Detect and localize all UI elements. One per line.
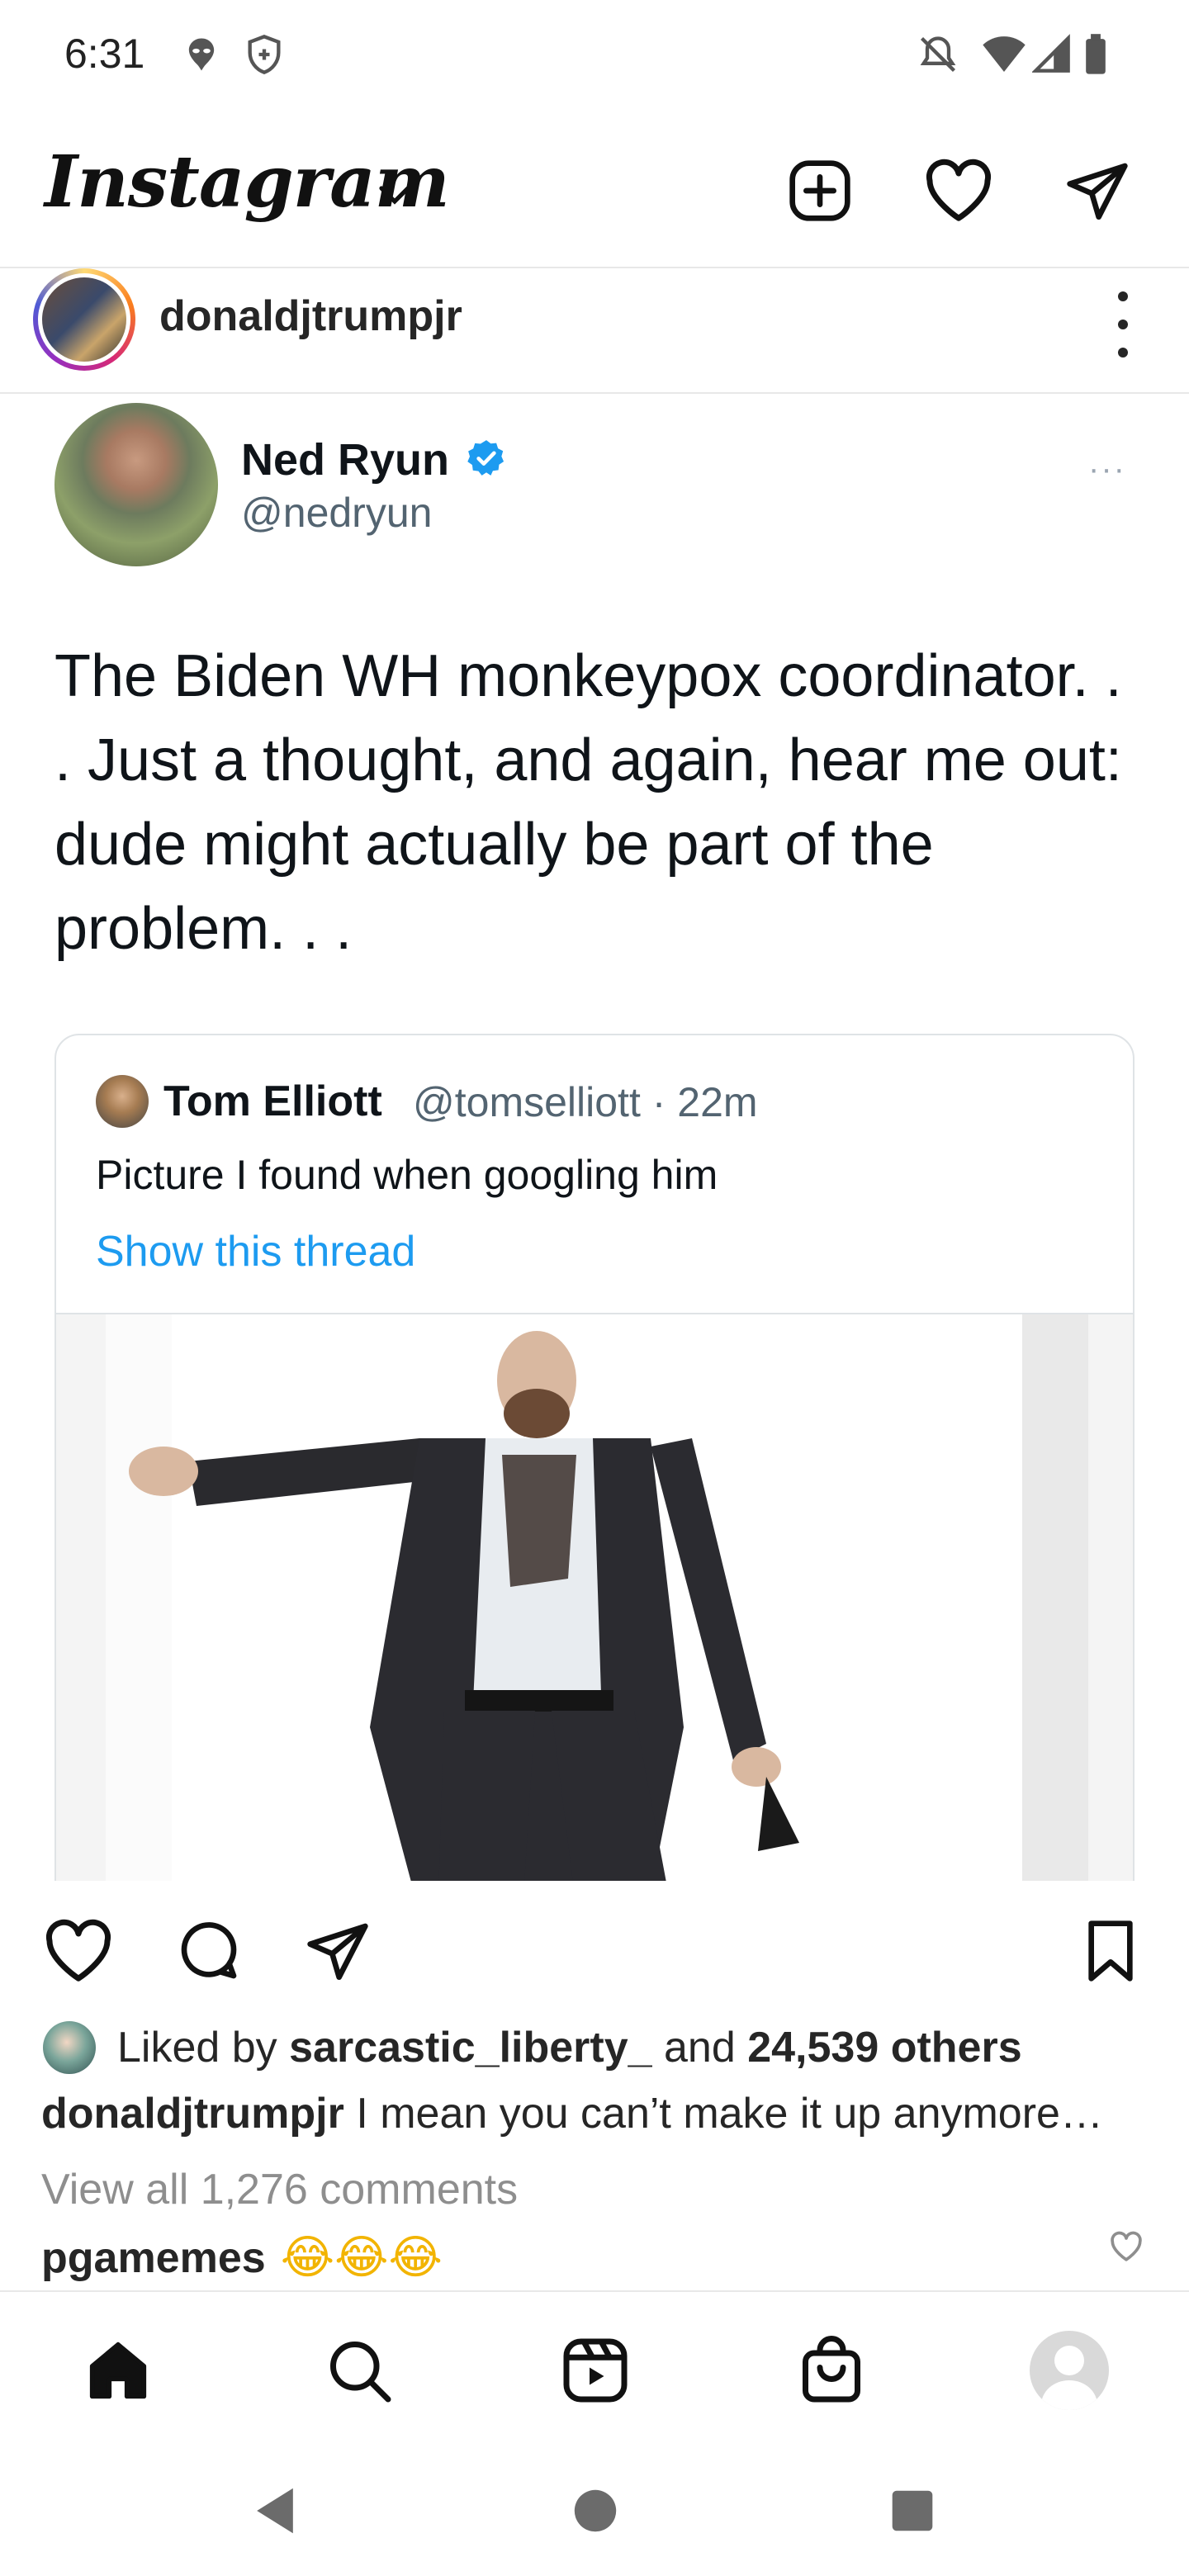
tweet-author-handle: @nedryun (241, 490, 433, 536)
status-time: 6:31 (64, 31, 145, 77)
quoted-text: Picture I found when googling him (96, 1152, 718, 1198)
share-icon[interactable] (301, 1914, 375, 1988)
reels-icon[interactable] (550, 2325, 641, 2416)
tweet-author-name: Ned Ryun (241, 435, 450, 485)
bell-muted-icon (917, 33, 959, 80)
profile-avatar-icon[interactable] (1024, 2325, 1115, 2416)
recents-icon[interactable] (883, 2482, 941, 2540)
send-icon[interactable] (1060, 154, 1135, 228)
instagram-header: Instagram (0, 124, 1189, 268)
post-caption[interactable]: donaldjtrumpjr I mean you can’t make it … (41, 2089, 1148, 2138)
liked-by-user: sarcastic_liberty_ (289, 2024, 652, 2072)
tweet-more-icon: ··· (1088, 451, 1126, 487)
android-nav-bar (0, 2447, 1189, 2576)
likes-count: 24,539 others (747, 2024, 1022, 2072)
heart-icon[interactable] (921, 154, 996, 228)
home-icon[interactable] (73, 2325, 163, 2416)
post-avatar[interactable] (33, 268, 135, 371)
chevron-down-icon[interactable] (378, 183, 411, 211)
quoted-author-name: Tom Elliott (163, 1077, 382, 1125)
bottom-nav (0, 2290, 1189, 2447)
comment-username[interactable]: pgamemes (41, 2233, 266, 2283)
quoted-photo (56, 1313, 1133, 1881)
caption-text: I mean you can’t make it up anymore… (343, 2090, 1103, 2138)
caption-username: donaldjtrumpjr (41, 2090, 344, 2138)
more-options-icon[interactable] (1106, 291, 1139, 358)
alien-notification-icon (180, 33, 223, 80)
quoted-tweet: Tom Elliott @tomselliott · 22m Picture I… (54, 1034, 1135, 1881)
shop-icon[interactable] (786, 2325, 877, 2416)
search-icon[interactable] (314, 2325, 405, 2416)
save-bookmark-icon[interactable] (1073, 1914, 1148, 1988)
liked-by-text: Liked by sarcastic_liberty_ and 24,539 o… (117, 2024, 1022, 2072)
shield-notification-icon (243, 33, 286, 80)
liker-avatar (43, 2021, 96, 2074)
back-icon[interactable] (246, 2482, 304, 2540)
show-thread-link: Show this thread (96, 1228, 416, 1276)
quoted-author-avatar (96, 1075, 149, 1128)
tweet-text: The Biden WH monkeypox coordinator. . . … (54, 643, 1122, 962)
signal-icon (1031, 33, 1072, 80)
tweet-author-avatar (54, 403, 218, 566)
post-username[interactable]: donaldjtrumpjr (159, 291, 462, 341)
instagram-logo[interactable]: Instagram (45, 140, 450, 224)
status-bar: 6:31 (0, 0, 1189, 107)
plus-square-icon[interactable] (783, 154, 857, 228)
comment-text: 😂😂😂 (280, 2231, 443, 2285)
post-header: donaldjtrumpjr (0, 268, 1189, 394)
like-icon[interactable] (41, 1914, 116, 1988)
quoted-author-meta: @tomselliott · 22m (413, 1079, 758, 1125)
verified-badge-icon (466, 438, 507, 483)
post-actions (0, 1881, 1189, 2013)
battery-icon (1083, 33, 1108, 80)
wifi-icon (981, 33, 1027, 80)
liked-by-row[interactable]: Liked by sarcastic_liberty_ and 24,539 o… (43, 2019, 1022, 2076)
comment-row: pgamemes 😂😂😂 (41, 2231, 443, 2285)
home-button-icon[interactable] (566, 2482, 624, 2540)
post-media-tweet[interactable]: Ned Ryun @nedryun ··· The Biden WH monke… (0, 395, 1189, 1881)
view-all-comments-link[interactable]: View all 1,276 comments (41, 2165, 518, 2214)
comment-icon[interactable] (172, 1914, 246, 1988)
comment-like-icon[interactable] (1110, 2231, 1143, 2266)
